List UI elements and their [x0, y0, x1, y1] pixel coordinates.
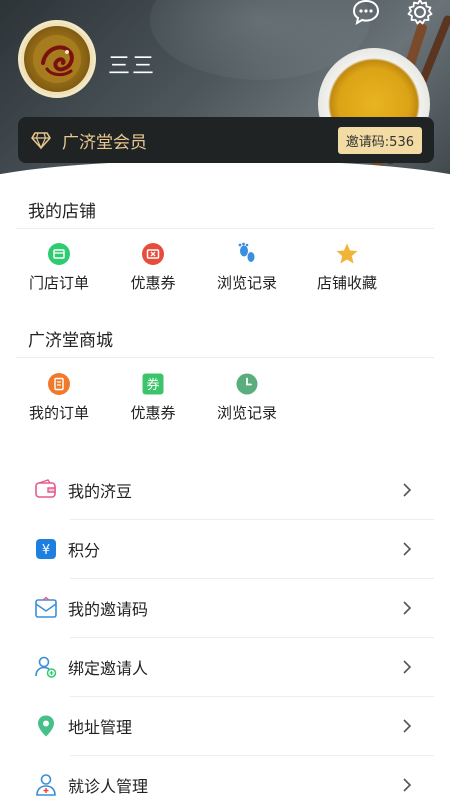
avatar[interactable] [18, 20, 96, 98]
svg-text:券: 券 [146, 377, 159, 393]
section-title-mall: 广济堂商城 [28, 331, 113, 351]
gear-icon[interactable] [402, 0, 438, 30]
username: 三三 [108, 54, 157, 79]
footprint-icon [235, 242, 259, 266]
menu-item-label: 我的邀请码 [68, 600, 149, 619]
wallet-icon [34, 478, 58, 502]
clock-icon [235, 372, 259, 396]
coupon-ticket-icon: 券 [141, 372, 165, 396]
grid-item-label: 优惠券 [130, 274, 176, 292]
menu-item-label: 就诊人管理 [68, 777, 149, 796]
coupon-item[interactable]: 优惠券 [108, 242, 198, 293]
profile-header: 三三 广济堂会员 邀请码:536 [0, 0, 450, 185]
menu-item-label: 地址管理 [68, 718, 133, 737]
grid-item-label: 优惠券 [130, 404, 176, 422]
chevron-right-icon [403, 483, 412, 497]
grid-item-label: 浏览记录 [216, 274, 277, 292]
browse-history-item[interactable]: 浏览记录 [202, 242, 292, 293]
store-favorites-item[interactable]: 店铺收藏 [302, 242, 392, 293]
grid-item-label: 我的订单 [28, 404, 89, 422]
grid-item-label: 浏览记录 [216, 404, 277, 422]
chevron-right-icon [403, 660, 412, 674]
menu-item-invite-code[interactable]: 我的邀请码 [34, 579, 434, 637]
divider [16, 357, 434, 358]
menu-item-bind-inviter[interactable]: 绑定邀请人 [34, 638, 434, 696]
invite-envelope-icon [34, 596, 58, 620]
my-orders-item[interactable]: 我的订单 [14, 372, 104, 423]
location-pin-icon [34, 714, 58, 738]
menu-item-points[interactable]: ¥ 积分 [34, 520, 434, 578]
yen-points-icon: ¥ [34, 537, 58, 561]
mall-coupon-item[interactable]: 券 优惠券 [108, 372, 198, 423]
bind-user-icon [34, 655, 58, 679]
menu-item-address[interactable]: 地址管理 [34, 697, 434, 755]
member-bar[interactable]: 广济堂会员 邀请码:536 [18, 117, 434, 163]
menu-item-beans[interactable]: 我的济豆 [34, 461, 434, 519]
store-order-item[interactable]: 门店订单 [14, 242, 104, 293]
section-title-my-store: 我的店铺 [28, 202, 96, 222]
grid-item-label: 店铺收藏 [316, 274, 377, 292]
chevron-right-icon [403, 719, 412, 733]
svg-text:¥: ¥ [42, 543, 50, 558]
dragon-emblem-icon [24, 26, 90, 92]
doctor-patient-icon [34, 773, 58, 797]
chat-bubble-icon[interactable] [348, 0, 384, 30]
order-list-icon [47, 372, 71, 396]
menu-item-label: 我的济豆 [68, 482, 133, 501]
chevron-right-icon [403, 601, 412, 615]
grid-item-label: 门店订单 [28, 274, 89, 292]
star-icon [335, 242, 359, 266]
invite-code-badge[interactable]: 邀请码:536 [337, 126, 422, 154]
coupon-icon [141, 242, 165, 266]
chevron-right-icon [403, 778, 412, 792]
mall-browse-history-item[interactable]: 浏览记录 [202, 372, 292, 423]
menu-item-label: 绑定邀请人 [68, 659, 149, 678]
menu-item-label: 积分 [68, 541, 101, 560]
chevron-right-icon [403, 542, 412, 556]
menu-item-patients[interactable]: 就诊人管理 [34, 756, 434, 800]
divider [16, 228, 434, 229]
store-order-icon [47, 242, 71, 266]
diamond-icon [31, 132, 51, 150]
member-label: 广济堂会员 [62, 132, 147, 153]
